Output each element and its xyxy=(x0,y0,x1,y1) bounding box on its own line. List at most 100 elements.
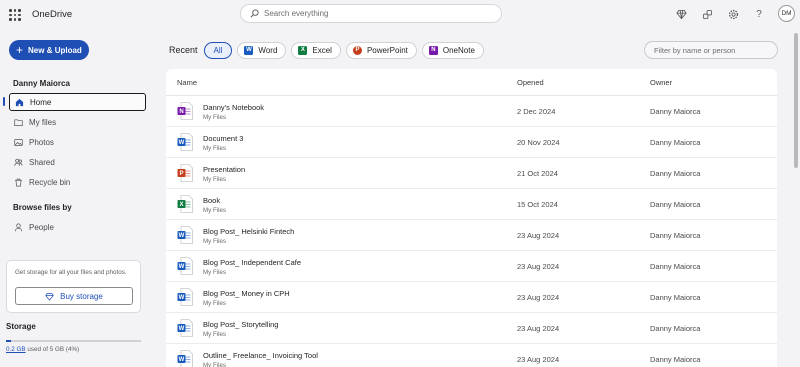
file-opened-date: 23 Aug 2024 xyxy=(517,355,560,364)
storage-promo-text: Get storage for all your files and photo… xyxy=(15,269,127,276)
storage-used-link[interactable]: 0.2 GB xyxy=(6,346,26,353)
buy-storage-button[interactable]: Buy storage xyxy=(15,287,133,305)
diamond-icon xyxy=(45,292,54,301)
file-name[interactable]: Danny's Notebook xyxy=(203,103,264,112)
user-name: Danny Maiorca xyxy=(13,79,70,88)
file-owner: Danny Maiorca xyxy=(650,200,701,209)
file-name[interactable]: Blog Post_ Money in CPH xyxy=(203,289,290,298)
column-header-opened[interactable]: Opened xyxy=(517,78,544,87)
photo-icon xyxy=(14,138,23,146)
svg-text:P: P xyxy=(179,171,183,177)
search-input[interactable] xyxy=(264,9,484,18)
app-title[interactable]: OneDrive xyxy=(32,9,72,20)
recent-label: Recent xyxy=(169,45,198,55)
sidebar-item-shared[interactable]: Shared xyxy=(9,153,146,171)
link-icon[interactable] xyxy=(701,8,713,20)
sidebar-item-home[interactable]: Home xyxy=(9,93,146,111)
files-table: Name Opened Owner N Danny's Notebook My Fi… xyxy=(166,69,777,367)
filter-pill-onenote[interactable]: N OneNote xyxy=(421,41,484,59)
file-opened-date: 23 Aug 2024 xyxy=(517,293,560,302)
storage-promo-card: Get storage for all your files and photo… xyxy=(6,260,141,313)
browse-heading: Browse files by xyxy=(13,203,72,212)
top-bar: OneDrive ? DM xyxy=(0,0,800,30)
file-location: My Files xyxy=(203,300,227,307)
page-scrollbar[interactable] xyxy=(794,33,798,168)
storage-usage-text: 0.2 GB used of 5 GB (4%) xyxy=(6,346,79,353)
svg-text:W: W xyxy=(179,140,185,146)
diamond-icon[interactable] xyxy=(675,8,687,20)
gear-icon[interactable] xyxy=(727,8,739,20)
file-location: My Files xyxy=(203,114,227,121)
file-name[interactable]: Blog Post_ Helsinki Fintech xyxy=(203,227,294,236)
file-owner: Danny Maiorca xyxy=(650,231,701,240)
file-name[interactable]: Outline_ Freelance_ Invoicing Tool xyxy=(203,351,318,360)
file-opened-date: 23 Aug 2024 xyxy=(517,324,560,333)
file-location: My Files xyxy=(203,238,227,245)
onenote-icon: N xyxy=(428,45,438,55)
pill-label: PowerPoint xyxy=(366,45,408,55)
powerpoint-icon: P xyxy=(352,45,362,55)
avatar[interactable]: DM xyxy=(778,5,795,22)
new-upload-label: New & Upload xyxy=(28,45,82,55)
table-row[interactable]: N Danny's Notebook My Files 2 Dec 2024 Danny… xyxy=(166,96,777,127)
sidebar-item-label: Home xyxy=(30,97,52,107)
file-name[interactable]: Book xyxy=(203,196,220,205)
pill-label: Excel xyxy=(312,45,332,55)
sidebar-item-recycle-bin[interactable]: Recycle bin xyxy=(9,173,146,191)
storage-usage-rest: used of 5 GB (4%) xyxy=(25,346,80,353)
svg-text:W: W xyxy=(179,326,185,332)
app-launcher-icon[interactable] xyxy=(9,9,21,21)
sidebar-item-label: Photos xyxy=(29,137,54,147)
storage-progress-fill xyxy=(6,340,12,342)
svg-text:W: W xyxy=(179,264,185,270)
excel-icon: X xyxy=(298,45,308,55)
file-name[interactable]: Presentation xyxy=(203,165,245,174)
column-header-owner[interactable]: Owner xyxy=(650,78,672,87)
sidebar-item-label: My files xyxy=(29,117,57,127)
file-owner: Danny Maiorca xyxy=(650,262,701,271)
filter-pill-powerpoint[interactable]: P PowerPoint xyxy=(345,41,417,59)
file-name[interactable]: Blog Post_ Independent Cafe xyxy=(203,258,301,267)
search-box[interactable] xyxy=(240,4,502,23)
table-row[interactable]: P Presentation My Files 21 Oct 2024 Danny Ma… xyxy=(166,158,777,189)
sidebar-item-people[interactable]: People xyxy=(9,218,146,236)
file-owner: Danny Maiorca xyxy=(650,169,701,178)
filter-pill-all[interactable]: All xyxy=(203,41,233,59)
table-row[interactable]: W Blog Post_ Independent Cafe My Files 23 A… xyxy=(166,251,777,282)
svg-text:N: N xyxy=(179,109,183,115)
folder-icon xyxy=(14,118,23,126)
table-row[interactable]: W Document 3 My Files 20 Nov 2024 Danny Maio… xyxy=(166,127,777,158)
file-location: My Files xyxy=(203,145,227,152)
sidebar-item-label: Recycle bin xyxy=(29,177,71,187)
table-row[interactable]: W Blog Post_ Money in CPH My Files 23 Aug 2… xyxy=(166,282,777,313)
file-name[interactable]: Document 3 xyxy=(203,134,243,143)
file-owner: Danny Maiorca xyxy=(650,324,701,333)
file-opened-date: 21 Oct 2024 xyxy=(517,169,558,178)
table-row[interactable]: W Blog Post_ Helsinki Fintech My Files 23 A… xyxy=(166,220,777,251)
table-row[interactable]: W Blog Post_ Storytelling My Files 23 Aug 2… xyxy=(166,313,777,344)
filter-row: Recent All W Word X Excel P PowerPoint N One… xyxy=(169,41,489,59)
file-name[interactable]: Blog Post_ Storytelling xyxy=(203,320,278,329)
sidebar-item-label: People xyxy=(29,222,54,232)
filter-input[interactable] xyxy=(644,41,778,59)
filter-pill-excel[interactable]: X Excel xyxy=(291,41,341,59)
new-upload-button[interactable]: + New & Upload xyxy=(9,40,89,60)
storage-progress-bar xyxy=(6,340,141,342)
pill-label: OneNote xyxy=(442,45,475,55)
column-header-name[interactable]: Name xyxy=(177,78,197,87)
sidebar-item-my-files[interactable]: My files xyxy=(9,113,146,131)
file-opened-date: 23 Aug 2024 xyxy=(517,262,560,271)
table-row[interactable]: X Book My Files 15 Oct 2024 Danny Maiorca xyxy=(166,189,777,220)
buy-storage-label: Buy storage xyxy=(60,291,103,301)
table-row[interactable]: W Outline_ Freelance_ Invoicing Tool My Fi… xyxy=(166,344,777,367)
person-icon xyxy=(14,223,23,231)
excel-file-icon: X xyxy=(177,195,193,213)
word-file-icon: W xyxy=(177,226,193,244)
filter-pill-word[interactable]: W Word xyxy=(237,41,287,59)
help-icon[interactable]: ? xyxy=(753,8,765,20)
file-location: My Files xyxy=(203,362,227,367)
sidebar-item-photos[interactable]: Photos xyxy=(9,133,146,151)
file-location: My Files xyxy=(203,176,227,183)
pill-label: All xyxy=(213,45,223,55)
storage-heading: Storage xyxy=(6,322,36,331)
